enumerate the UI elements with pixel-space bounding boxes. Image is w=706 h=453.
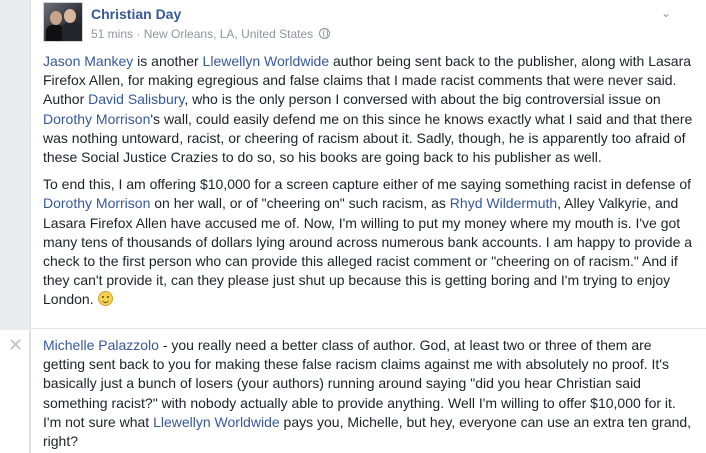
close-panel: ✕: [0, 330, 30, 453]
mention-link[interactable]: Rhyd Wildermuth: [450, 195, 557, 211]
chevron-down-icon[interactable]: ⌄: [661, 7, 671, 19]
mention-link[interactable]: Dorothy Morrison: [43, 195, 150, 211]
post-body: Jason Mankey is another Llewellyn Worldw…: [43, 52, 697, 318]
post-paragraph: To end this, I am offering $10,000 for a…: [43, 175, 697, 309]
mention-link[interactable]: Dorothy Morrison: [43, 111, 150, 127]
post-text: , who is the only person I conversed wit…: [184, 91, 661, 108]
author-name-link[interactable]: Christian Day: [91, 6, 181, 22]
comment-body: Michelle Palazzolo - you really need a b…: [43, 336, 697, 451]
post-card: Christian Day 51 mins · New Orleans, LA,…: [30, 0, 706, 453]
author-avatar[interactable]: [43, 2, 83, 42]
meta-separator: ·: [136, 27, 141, 41]
post-text: To end this, I am offering $10,000 for a…: [43, 176, 691, 193]
post-location[interactable]: New Orleans, LA, United States: [144, 27, 313, 41]
mention-link[interactable]: Michelle Palazzolo: [43, 337, 159, 353]
globe-icon[interactable]: [319, 28, 331, 39]
post-divider: [31, 328, 706, 329]
post-paragraph: Jason Mankey is another Llewellyn Worldw…: [43, 52, 697, 167]
smile-emoji-icon: [97, 291, 113, 307]
post-header: Christian Day 51 mins · New Orleans, LA,…: [43, 2, 683, 44]
mention-link[interactable]: Llewellyn Worldwide: [153, 414, 280, 430]
post-timestamp[interactable]: 51 mins: [91, 27, 133, 41]
close-icon[interactable]: ✕: [8, 336, 23, 354]
post-text: is another: [133, 53, 203, 69]
mention-link[interactable]: Llewellyn Worldwide: [203, 53, 330, 69]
post-meta: 51 mins · New Orleans, LA, United States: [91, 27, 331, 41]
mention-link[interactable]: Jason Mankey: [43, 53, 133, 69]
post-text: , Alley Valkyrie, and Lasara Firefox All…: [43, 195, 693, 308]
mention-link[interactable]: David Salisbury: [88, 91, 184, 107]
post-text: on her wall, or of "cheering on" such ra…: [150, 195, 450, 212]
